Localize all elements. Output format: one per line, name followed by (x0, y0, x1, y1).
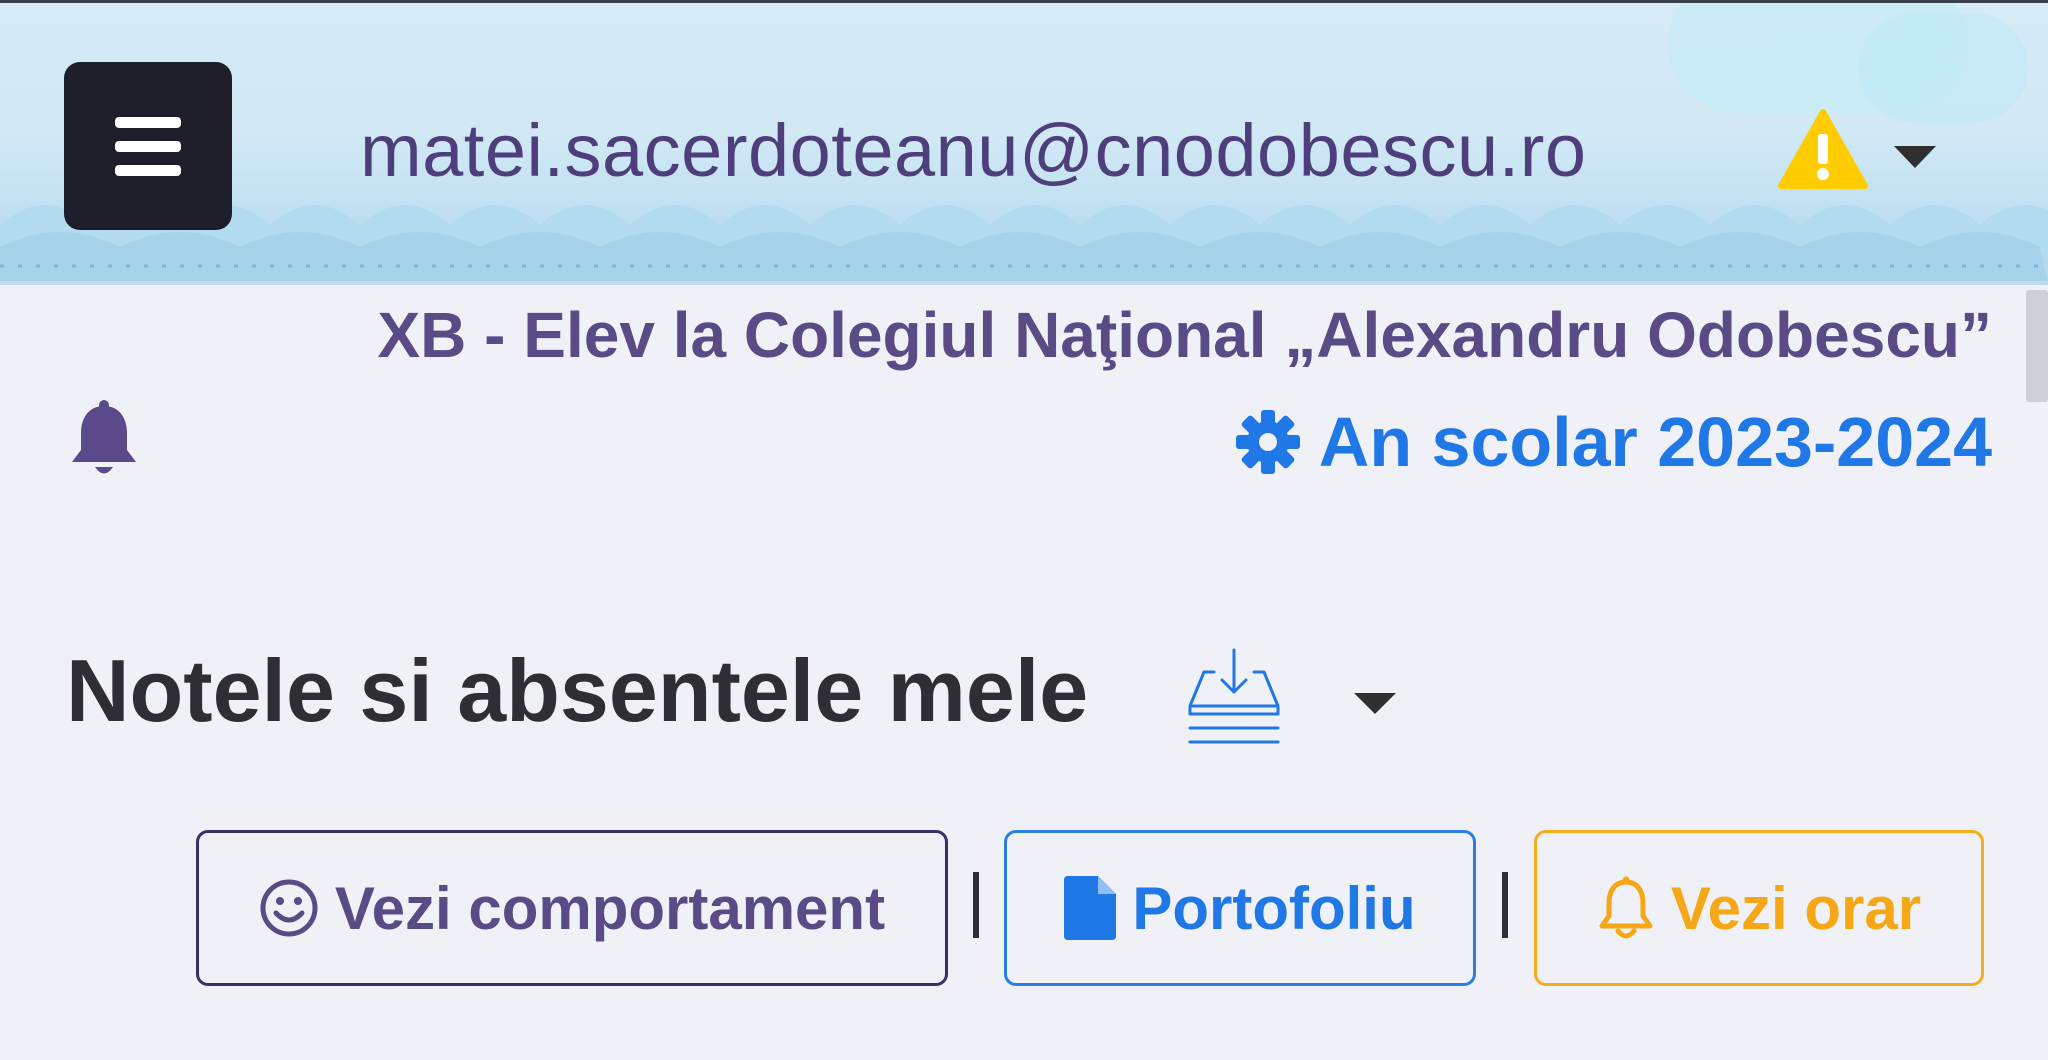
school-year-selector[interactable]: An scolar 2023-2024 (1235, 402, 1992, 482)
view-schedule-label: Vezi orar (1670, 874, 1922, 942)
hamburger-menu-button[interactable] (64, 62, 232, 230)
page-title: Notele si absentele mele (66, 641, 1089, 740)
separator (1502, 872, 1508, 938)
user-email[interactable]: matei.sacerdoteanu@cnodobescu.ro (360, 108, 1587, 193)
cloud-decoration (1858, 13, 2028, 123)
view-behavior-button[interactable]: Vezi comportament (196, 830, 948, 986)
menu-bar (115, 116, 181, 128)
dotted-border-decoration (0, 264, 2048, 268)
view-schedule-button[interactable]: Vezi orar (1534, 830, 1984, 986)
portfolio-button[interactable]: Portofoliu (1004, 830, 1476, 986)
menu-bar (115, 140, 181, 152)
title-caret-down-icon[interactable] (1354, 693, 1396, 714)
portfolio-label: Portofoliu (1132, 874, 1416, 942)
bell-icon[interactable] (66, 400, 142, 480)
menu-bar (115, 164, 181, 176)
smiley-icon (260, 879, 318, 937)
class-school-info: XB - Elev la Colegiul Naţional „Alexandr… (377, 299, 1992, 371)
download-tray-icon[interactable] (1186, 648, 1282, 746)
header-bottom-edge (0, 281, 2048, 285)
file-icon (1064, 876, 1117, 940)
gear-icon (1235, 410, 1300, 474)
bell-outline-icon (1599, 876, 1653, 939)
user-menu-caret-down-icon[interactable] (1894, 146, 1936, 168)
view-behavior-label: Vezi comportament (334, 874, 886, 942)
scrollbar-thumb[interactable] (2026, 290, 2048, 402)
school-year-label: An scolar 2023-2024 (1318, 403, 1992, 481)
separator (973, 872, 979, 938)
warning-triangle-icon[interactable] (1778, 108, 1868, 190)
